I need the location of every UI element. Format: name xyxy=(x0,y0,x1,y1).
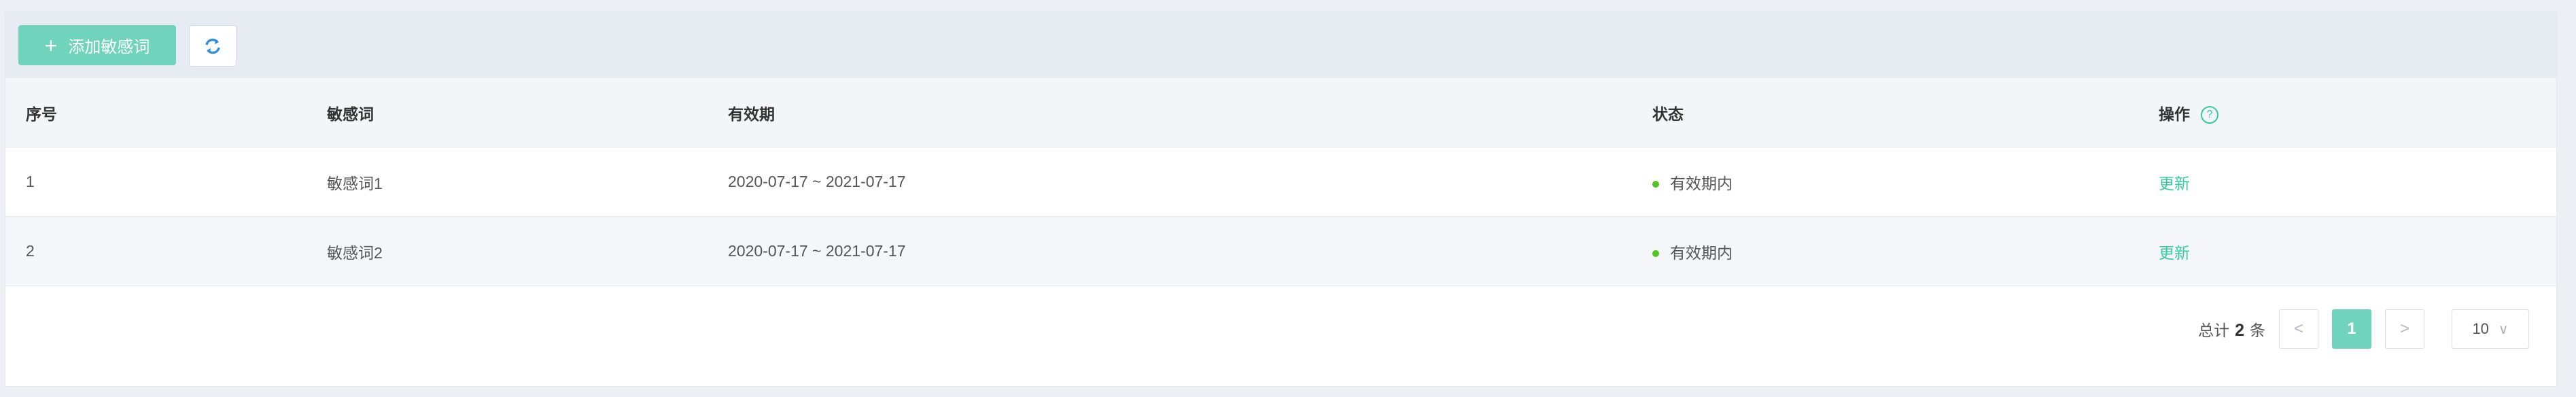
sensitive-word-table: 序号 敏感词 有效期 状态 操作? 1 敏感词1 2020-07-17 ~ 20… xyxy=(5,78,2556,286)
header-word: 敏感词 xyxy=(307,78,708,148)
table-row: 1 敏感词1 2020-07-17 ~ 2021-07-17 有效期内 更新 xyxy=(5,147,2556,217)
total-count: 2 xyxy=(2235,321,2244,340)
cell-action: 更新 xyxy=(2138,216,2556,286)
cell-status: 有效期内 xyxy=(1632,216,2138,286)
page-1-button[interactable]: 1 xyxy=(2332,309,2371,349)
update-link[interactable]: 更新 xyxy=(2159,244,2190,262)
chevron-left-icon: < xyxy=(2293,320,2303,338)
cell-index: 1 xyxy=(5,147,307,217)
table-row: 2 敏感词2 2020-07-17 ~ 2021-07-17 有效期内 更新 xyxy=(5,216,2556,286)
cell-index: 2 xyxy=(5,216,307,286)
sensitive-word-panel: + 添加敏感词 序号 敏感词 有效期 状态 操作? 1 敏感词1 2020-07… xyxy=(5,12,2557,387)
toolbar: + 添加敏感词 xyxy=(5,12,2556,78)
total-suffix: 条 xyxy=(2250,322,2265,339)
chevron-right-icon: > xyxy=(2399,320,2409,338)
page-size-select[interactable]: 10 ∨ xyxy=(2452,309,2529,349)
cell-word: 敏感词2 xyxy=(307,216,708,286)
cell-word: 敏感词1 xyxy=(307,147,708,217)
table-header-row: 序号 敏感词 有效期 状态 操作? xyxy=(5,78,2556,148)
total-prefix: 总计 xyxy=(2198,322,2230,339)
refresh-icon xyxy=(205,38,220,54)
status-text: 有效期内 xyxy=(1670,174,1733,192)
page-size-value: 10 xyxy=(2472,320,2489,337)
header-action-label: 操作 xyxy=(2159,105,2190,123)
pagination: 总计 2 条 < 1 > 10 ∨ xyxy=(2198,309,2529,349)
status-dot-icon xyxy=(1652,250,1659,258)
header-action: 操作? xyxy=(2138,78,2556,148)
header-index: 序号 xyxy=(5,78,307,148)
cell-period: 2020-07-17 ~ 2021-07-17 xyxy=(708,147,1632,217)
add-button-label: 添加敏感词 xyxy=(68,38,150,56)
cell-status: 有效期内 xyxy=(1632,147,2138,217)
next-page-button[interactable]: > xyxy=(2385,309,2424,349)
add-sensitive-word-button[interactable]: + 添加敏感词 xyxy=(18,25,176,65)
status-dot-icon xyxy=(1652,181,1659,188)
status-text: 有效期内 xyxy=(1670,243,1733,262)
chevron-down-icon: ∨ xyxy=(2498,322,2509,337)
header-status: 状态 xyxy=(1632,78,2138,148)
cell-action: 更新 xyxy=(2138,147,2556,217)
refresh-button[interactable] xyxy=(189,25,237,67)
cell-period: 2020-07-17 ~ 2021-07-17 xyxy=(708,216,1632,286)
plus-icon: + xyxy=(44,33,58,58)
pagination-total: 总计 2 条 xyxy=(2198,317,2265,341)
prev-page-button[interactable]: < xyxy=(2279,309,2318,349)
question-circle-icon[interactable]: ? xyxy=(2201,106,2218,124)
header-period: 有效期 xyxy=(708,78,1632,148)
update-link[interactable]: 更新 xyxy=(2159,175,2190,192)
